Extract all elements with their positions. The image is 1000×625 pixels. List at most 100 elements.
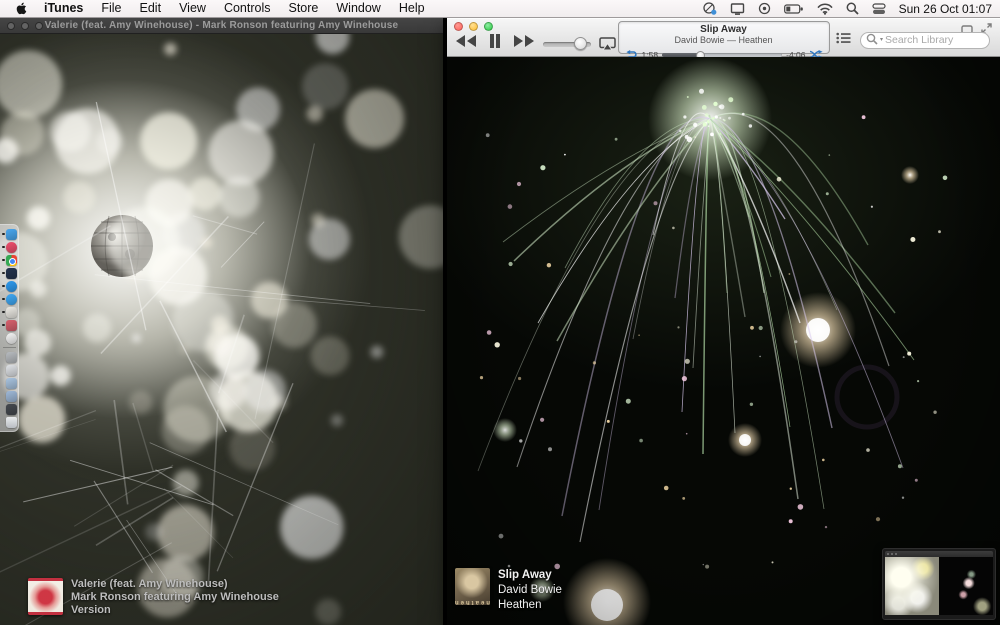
lcd-display: Slip Away David Bowie — Heathen 1:58 -4:… <box>617 21 830 60</box>
album-art-text: heathen <box>455 599 490 605</box>
running-indicator <box>2 310 5 313</box>
left-window-titlebar[interactable]: Valerie (feat. Amy Winehouse) - Mark Ron… <box>0 18 443 34</box>
zoom-button[interactable] <box>484 22 493 31</box>
chrome-icon <box>6 254 17 266</box>
previous-button[interactable] <box>455 35 477 47</box>
dock-item-textedit[interactable] <box>1 306 18 318</box>
sync-icon[interactable] <box>702 2 717 15</box>
menu-bar: iTunes File Edit View Controls Store Win… <box>0 0 1000 18</box>
menu-edit[interactable]: Edit <box>131 0 171 17</box>
search-field[interactable]: ▾ <box>860 30 990 49</box>
menu-window[interactable]: Window <box>327 0 389 17</box>
dock-item-photos[interactable] <box>1 332 18 344</box>
track-title: Valerie (feat. Amy Winehouse) <box>71 578 228 590</box>
track-artist: Mark Ronson featuring Amy Winehouse <box>71 591 279 603</box>
desktop: Valerie (feat. Amy Winehouse) - Mark Ron… <box>0 0 1000 625</box>
dock <box>0 224 19 432</box>
visualizer-canvas-right <box>447 57 1000 625</box>
trash-icon <box>6 416 17 428</box>
dock-item-finder[interactable] <box>1 228 18 240</box>
running-indicator <box>2 271 5 274</box>
itunes-toolbar: Slip Away David Bowie — Heathen 1:58 -4:… <box>447 18 1000 60</box>
left-window-title: Valerie (feat. Amy Winehouse) - Mark Ron… <box>44 20 399 31</box>
dock-item-printer[interactable] <box>1 351 18 363</box>
visualizer-canvas-left <box>0 34 443 625</box>
dock-item-pages[interactable] <box>1 319 18 331</box>
itunes-window[interactable]: Slip Away David Bowie — Heathen 1:58 -4:… <box>447 18 1000 625</box>
play-circle-icon[interactable] <box>758 2 771 15</box>
battery-icon[interactable] <box>783 3 804 14</box>
menu-view[interactable]: View <box>170 0 215 17</box>
zoom-button[interactable] <box>35 22 43 30</box>
running-indicator <box>2 323 5 326</box>
running-indicator <box>2 258 5 261</box>
dock-item-itunes[interactable] <box>1 241 18 253</box>
rewind-icon <box>456 35 476 47</box>
close-button[interactable] <box>454 22 463 31</box>
thumbnail-right-pane <box>939 557 993 615</box>
dock-item-trash[interactable] <box>1 416 18 428</box>
volume-thumb[interactable] <box>573 37 587 50</box>
airplay-icon <box>599 37 616 51</box>
dock-separator <box>3 347 16 348</box>
minimize-button[interactable] <box>469 22 478 31</box>
up-next-icon <box>835 32 850 44</box>
lcd-track-title: Slip Away <box>700 24 747 35</box>
track-album: Version <box>71 604 111 616</box>
menu-file[interactable]: File <box>92 0 130 17</box>
stack-icon <box>6 403 17 415</box>
word-icon <box>6 267 17 279</box>
dock-item-documents[interactable] <box>1 364 18 376</box>
dock-item-chrome[interactable] <box>1 254 18 266</box>
desktop-preview-thumbnail[interactable] <box>882 548 996 620</box>
volume-slider[interactable] <box>543 37 591 50</box>
close-button[interactable] <box>7 22 15 30</box>
pause-button[interactable] <box>489 34 501 48</box>
lcd-artist-album: David Bowie — Heathen <box>674 35 773 45</box>
track-album: Heathen <box>498 599 542 611</box>
dock-item-word[interactable] <box>1 267 18 279</box>
apple-menu[interactable] <box>10 2 35 15</box>
photos-icon <box>6 332 17 344</box>
dock-item-folder-a[interactable] <box>1 377 18 389</box>
folder-a-icon <box>6 377 17 389</box>
menu-store[interactable]: Store <box>279 0 327 17</box>
printer-icon <box>6 351 17 363</box>
up-next-button[interactable] <box>835 31 851 49</box>
folder-b-icon <box>6 390 17 402</box>
now-playing-overlay-right: heathen Slip Away David Bowie Heathen <box>455 568 562 613</box>
dock-item-folder-b[interactable] <box>1 390 18 402</box>
dock-item-app-store[interactable] <box>1 280 18 292</box>
menu-controls[interactable]: Controls <box>215 0 280 17</box>
app-menu-itunes[interactable]: iTunes <box>35 0 92 17</box>
dock-item-stack[interactable] <box>1 403 18 415</box>
spotlight-icon[interactable] <box>846 2 859 15</box>
display-mirroring-icon[interactable] <box>730 2 745 15</box>
pause-icon <box>490 34 500 48</box>
airplay-button[interactable] <box>599 37 616 55</box>
fast-forward-icon <box>514 35 534 47</box>
menu-bar-clock[interactable]: Sun 26 Oct 01:07 <box>899 2 994 16</box>
now-playing-overlay-left: Valerie (feat. Amy Winehouse) Mark Ronso… <box>28 578 279 617</box>
pages-icon <box>6 319 17 331</box>
wifi-icon[interactable] <box>816 3 833 15</box>
running-indicator <box>2 245 5 248</box>
finder-icon <box>6 228 17 240</box>
app-store-icon <box>6 280 17 292</box>
menu-help[interactable]: Help <box>390 0 434 17</box>
search-icon: ▾ <box>866 33 883 46</box>
safari-icon <box>6 293 17 305</box>
running-indicator <box>2 284 5 287</box>
visualizer-window-left[interactable]: Valerie (feat. Amy Winehouse) - Mark Ron… <box>0 18 443 625</box>
minimize-button[interactable] <box>21 22 29 30</box>
album-art-heathen: heathen <box>455 568 490 605</box>
next-button[interactable] <box>513 35 535 47</box>
track-title: Slip Away <box>498 569 552 581</box>
search-scope-caret[interactable]: ▾ <box>880 35 883 45</box>
thumbnail-left-pane <box>885 557 939 615</box>
user-switch-icon[interactable] <box>871 2 886 15</box>
album-art-version <box>28 578 63 615</box>
window-controls <box>454 22 493 31</box>
itunes-icon <box>6 241 17 253</box>
dock-item-safari[interactable] <box>1 293 18 305</box>
